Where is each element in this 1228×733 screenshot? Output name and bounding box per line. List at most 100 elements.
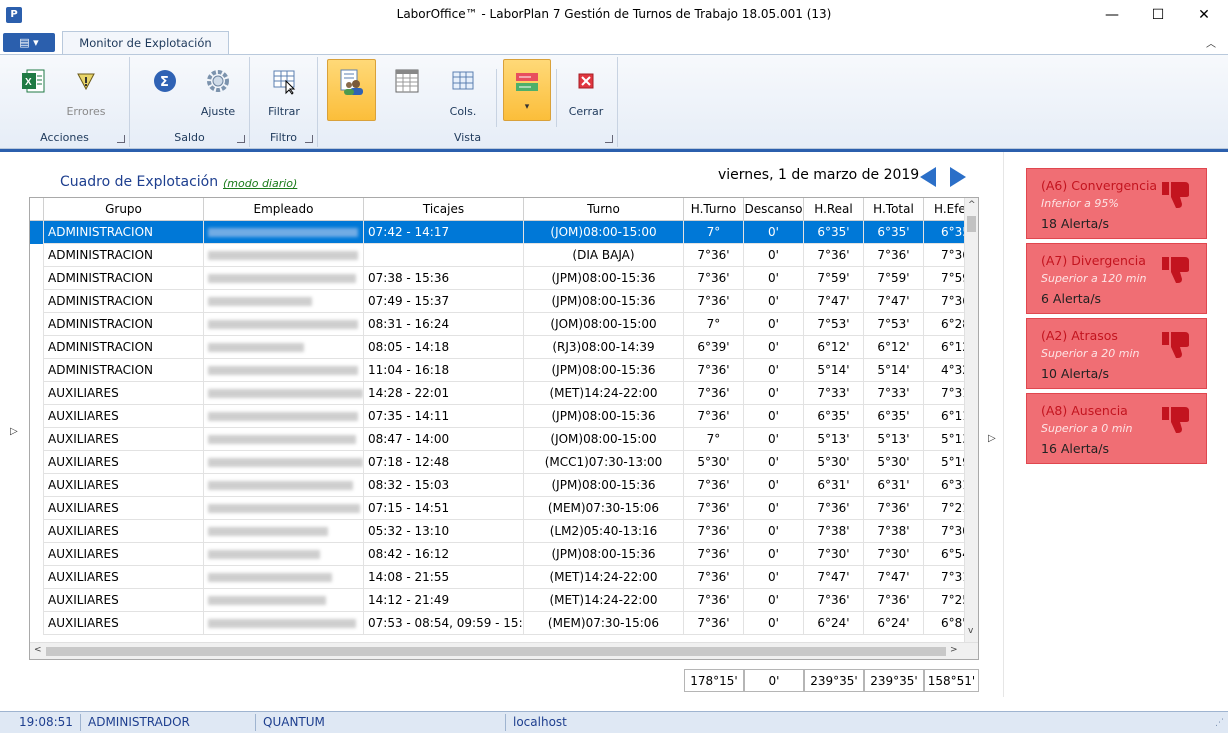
resize-grip-icon[interactable]: ⋰ — [1215, 718, 1224, 728]
cell-hreal[interactable]: 7°36' — [804, 244, 864, 267]
cell-hturno[interactable]: 7°36' — [684, 543, 744, 566]
row-header[interactable] — [30, 244, 44, 267]
col-header-descanso[interactable]: Descanso — [744, 198, 804, 221]
cell-grupo[interactable]: AUXILIARES — [44, 497, 204, 520]
cell-grupo[interactable]: AUXILIARES — [44, 474, 204, 497]
saldo-launcher-icon[interactable] — [237, 135, 245, 143]
row-header[interactable] — [30, 267, 44, 290]
cell-htotal[interactable]: 5°30' — [864, 451, 924, 474]
cell-hreal[interactable]: 7°30' — [804, 543, 864, 566]
cell-hreal[interactable]: 6°35' — [804, 405, 864, 428]
cell-turno[interactable]: (DIA BAJA) — [524, 244, 684, 267]
cell-htotal[interactable]: 6°24' — [864, 612, 924, 635]
cell-empleado[interactable] — [204, 543, 364, 566]
cell-descanso[interactable]: 0' — [744, 290, 804, 313]
cell-ticajes[interactable]: 07:42 - 14:17 — [364, 221, 524, 244]
maximize-button[interactable]: ☐ — [1135, 0, 1181, 30]
cell-turno[interactable]: (JPM)08:00-15:36 — [524, 474, 684, 497]
modo-diario-link[interactable]: (modo diario) — [223, 177, 297, 190]
excel-button[interactable]: X — [12, 59, 54, 129]
cell-descanso[interactable]: 0' — [744, 428, 804, 451]
row-header[interactable] — [30, 290, 44, 313]
cell-ticajes[interactable]: 14:08 - 21:55 — [364, 566, 524, 589]
cell-grupo[interactable]: AUXILIARES — [44, 520, 204, 543]
cell-grupo[interactable]: AUXILIARES — [44, 405, 204, 428]
cell-ticajes[interactable]: 07:49 - 15:37 — [364, 290, 524, 313]
row-header[interactable] — [30, 405, 44, 428]
cell-empleado[interactable] — [204, 497, 364, 520]
cell-hreal[interactable]: 6°31' — [804, 474, 864, 497]
cell-descanso[interactable]: 0' — [744, 359, 804, 382]
cell-hturno[interactable]: 7°36' — [684, 405, 744, 428]
cell-empleado[interactable] — [204, 382, 364, 405]
cell-descanso[interactable]: 0' — [744, 566, 804, 589]
saldo-sum-button[interactable]: Σ — [148, 59, 182, 129]
cell-ticajes[interactable]: 07:18 - 12:48 — [364, 451, 524, 474]
cell-hreal[interactable]: 5°14' — [804, 359, 864, 382]
cell-turno[interactable]: (MCC1)07:30-13:00 — [524, 451, 684, 474]
cell-hturno[interactable]: 7°36' — [684, 589, 744, 612]
cell-turno[interactable]: (JPM)08:00-15:36 — [524, 290, 684, 313]
cell-descanso[interactable]: 0' — [744, 543, 804, 566]
alert-card[interactable]: (A6) Convergencia Inferior a 95% 18 Alerta… — [1026, 168, 1207, 239]
alert-card[interactable]: (A7) Divergencia Superior a 120 min 6 Aler… — [1026, 243, 1207, 314]
cell-grupo[interactable]: ADMINISTRACION — [44, 267, 204, 290]
row-header[interactable] — [30, 543, 44, 566]
table-row[interactable]: AUXILIARES 08:42 - 16:12 (JPM)08:00-15:36 7… — [30, 543, 973, 566]
cell-ticajes[interactable] — [364, 244, 524, 267]
cell-turno[interactable]: (MET)14:24-22:00 — [524, 382, 684, 405]
cell-ticajes[interactable]: 08:32 - 15:03 — [364, 474, 524, 497]
cols-button[interactable]: Cols. — [442, 59, 484, 129]
cell-hturno[interactable]: 7° — [684, 221, 744, 244]
cell-htotal[interactable]: 7°38' — [864, 520, 924, 543]
vista-calendario-button[interactable] — [386, 59, 428, 129]
cell-htotal[interactable]: 7°33' — [864, 382, 924, 405]
table-row[interactable]: ADMINISTRACION 07:38 - 15:36 (JPM)08:00-15… — [30, 267, 973, 290]
col-header-empleado[interactable]: Empleado — [204, 198, 364, 221]
horizontal-scrollbar[interactable]: < > — [30, 642, 978, 659]
table-row[interactable]: AUXILIARES 05:32 - 13:10 (LM2)05:40-13:16 7… — [30, 520, 973, 543]
row-header[interactable] — [30, 520, 44, 543]
cell-ticajes[interactable]: 08:05 - 14:18 — [364, 336, 524, 359]
scroll-down-icon[interactable]: v — [968, 626, 973, 636]
col-header-turno[interactable]: Turno — [524, 198, 684, 221]
cell-hreal[interactable]: 7°53' — [804, 313, 864, 336]
cell-htotal[interactable]: 7°47' — [864, 566, 924, 589]
table-row[interactable]: AUXILIARES 14:28 - 22:01 (MET)14:24-22:00 7… — [30, 382, 973, 405]
cell-descanso[interactable]: 0' — [744, 612, 804, 635]
cell-hturno[interactable]: 7°36' — [684, 290, 744, 313]
cell-empleado[interactable] — [204, 221, 364, 244]
table-row[interactable]: AUXILIARES 07:18 - 12:48 (MCC1)07:30-13:00… — [30, 451, 973, 474]
cell-hturno[interactable]: 7° — [684, 428, 744, 451]
cell-grupo[interactable]: ADMINISTRACION — [44, 221, 204, 244]
ajuste-button[interactable]: Ajuste — [196, 59, 240, 129]
cell-turno[interactable]: (MEM)07:30-15:06 — [524, 497, 684, 520]
cell-descanso[interactable]: 0' — [744, 520, 804, 543]
cell-hreal[interactable]: 7°33' — [804, 382, 864, 405]
cell-descanso[interactable]: 0' — [744, 267, 804, 290]
cell-htotal[interactable]: 7°36' — [864, 589, 924, 612]
cell-empleado[interactable] — [204, 405, 364, 428]
minimize-button[interactable]: — — [1089, 0, 1135, 30]
cell-grupo[interactable]: AUXILIARES — [44, 589, 204, 612]
cell-hreal[interactable]: 6°35' — [804, 221, 864, 244]
cell-empleado[interactable] — [204, 589, 364, 612]
cell-htotal[interactable]: 7°30' — [864, 543, 924, 566]
cell-ticajes[interactable]: 11:04 - 16:18 — [364, 359, 524, 382]
cell-htotal[interactable]: 7°53' — [864, 313, 924, 336]
row-header[interactable] — [30, 566, 44, 589]
alert-card[interactable]: (A2) Atrasos Superior a 20 min 10 Alerta/s — [1026, 318, 1207, 389]
row-header[interactable] — [30, 612, 44, 635]
table-row[interactable]: ADMINISTRACION 11:04 - 16:18 (JPM)08:00-15… — [30, 359, 973, 382]
table-row[interactable]: AUXILIARES 07:53 - 08:54, 09:59 - 15:21 (M… — [30, 612, 966, 635]
cell-hreal[interactable]: 7°47' — [804, 290, 864, 313]
cell-grupo[interactable]: AUXILIARES — [44, 612, 204, 635]
cell-htotal[interactable]: 7°59' — [864, 267, 924, 290]
col-header-grupo[interactable]: Grupo — [44, 198, 204, 221]
cell-descanso[interactable]: 0' — [744, 244, 804, 267]
cell-hturno[interactable]: 7°36' — [684, 566, 744, 589]
cell-hreal[interactable]: 6°24' — [804, 612, 864, 635]
cell-ticajes[interactable]: 07:53 - 08:54, 09:59 - 15:21 — [364, 612, 524, 635]
cerrar-button[interactable]: Cerrar — [563, 59, 609, 129]
vista-alertas-dropdown-button[interactable]: ▾ — [503, 59, 551, 121]
